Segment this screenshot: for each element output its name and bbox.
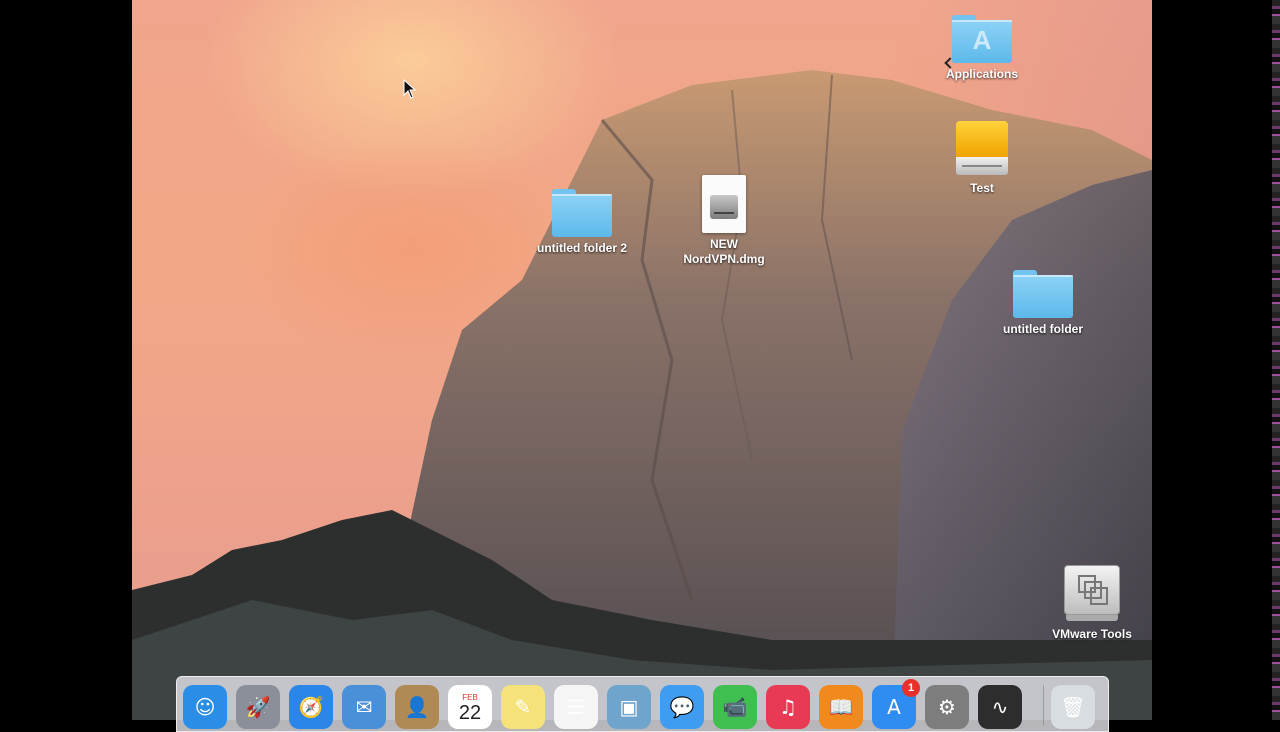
vmware-volume-icon	[1064, 565, 1120, 623]
calendar-day: 22	[458, 701, 482, 724]
desktop-icon-untitled-folder[interactable]: untitled folder	[988, 270, 1098, 337]
desktop-icon-untitled-folder-2[interactable]: untitled folder 2	[527, 189, 637, 256]
system-preferences-icon[interactable]: ⚙	[925, 685, 969, 729]
dock-separator	[1043, 685, 1044, 725]
desktop-icon-vmware-tools[interactable]: VMware Tools	[1037, 565, 1147, 642]
notes-icon[interactable]: ✎	[501, 685, 545, 729]
desktop-icon-test-drive[interactable]: Test	[927, 121, 1037, 196]
finder-icon[interactable]: ☺	[183, 685, 227, 729]
disk-image-icon	[702, 175, 746, 233]
screen: A Applications Test untitled folder 2 NE…	[0, 0, 1280, 732]
safari-icon[interactable]: 🧭	[289, 685, 333, 729]
desktop-icon-label: untitled folder	[1003, 322, 1083, 336]
desktop-icon-label: untitled folder 2	[537, 241, 627, 255]
messages-icon[interactable]: 💬	[660, 685, 704, 729]
notification-badge: 1	[902, 679, 920, 697]
mail-icon[interactable]: ✉	[342, 685, 386, 729]
folder-icon	[1013, 270, 1073, 318]
calendar-month: FEB	[462, 692, 478, 702]
external-drive-icon	[956, 121, 1008, 177]
desktop-icon-nordvpn-dmg[interactable]: NEW NordVPN.dmg	[669, 175, 779, 267]
desktop-icon-label: Test	[970, 181, 994, 195]
facetime-icon[interactable]: 📹	[713, 685, 757, 729]
photo-booth-icon[interactable]: ▣	[607, 685, 651, 729]
trash-icon[interactable]: 🗑	[1051, 685, 1095, 729]
desktop-icon-label: NEW NordVPN.dmg	[683, 237, 765, 266]
desktop-icon-label: Applications	[945, 67, 1018, 81]
applications-folder-icon: A	[944, 15, 1012, 69]
itunes-icon[interactable]: ♫	[766, 685, 810, 729]
desktop-icon-applications[interactable]: A Applications	[927, 15, 1037, 82]
activity-monitor-icon[interactable]: ∿	[978, 685, 1022, 729]
dock: ☺ 🚀 🧭 ✉ 👤 FEB 22 ✎ ☰ ▣ 💬 📹 ♫ 📖 A 1 ⚙ ∿ 🗑	[176, 676, 1109, 732]
mouse-pointer-icon	[403, 79, 417, 99]
desktop[interactable]: A Applications Test untitled folder 2 NE…	[132, 0, 1152, 720]
app-store-icon[interactable]: A1	[872, 679, 920, 729]
calendar-icon[interactable]: FEB 22	[448, 685, 492, 729]
contacts-icon[interactable]: 👤	[395, 685, 439, 729]
ibooks-icon[interactable]: 📖	[819, 685, 863, 729]
desktop-icon-label: VMware Tools	[1052, 627, 1132, 641]
wallpaper-mountain	[132, 70, 1152, 720]
screen-edge-artifact	[1272, 0, 1280, 720]
launchpad-icon[interactable]: 🚀	[236, 685, 280, 729]
folder-icon	[552, 189, 612, 237]
reminders-icon[interactable]: ☰	[554, 685, 598, 729]
